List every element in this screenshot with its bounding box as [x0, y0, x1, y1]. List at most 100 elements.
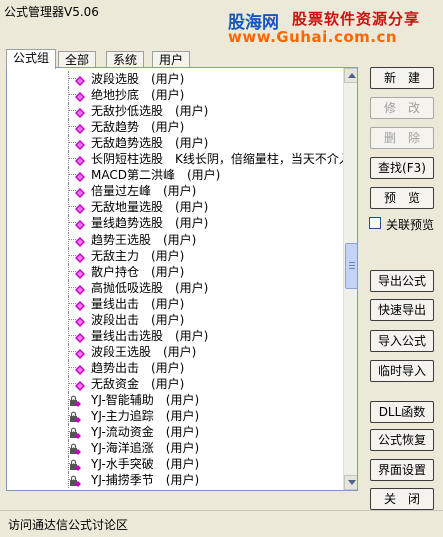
link-preview-checkbox[interactable]	[369, 217, 381, 229]
delete-button[interactable]: 删 除	[370, 127, 434, 149]
tree-item[interactable]: 无敌趋势 (用户)	[7, 119, 343, 136]
tree-item[interactable]: 趋势王选股 (用户)	[7, 231, 343, 248]
tree-item-label: 高抛低吸选股 (用户)	[91, 280, 209, 295]
tree-item[interactable]: YJ-流动资金 (用户)	[7, 424, 343, 441]
tree-item[interactable]: 量线趋势选股 (用户)	[7, 215, 343, 232]
arrow-up-icon	[348, 73, 356, 78]
tree-item-label: YJ-海洋追涨 (用户)	[91, 441, 200, 456]
tree-item-label: YJ-捕捞季节 (用户)	[91, 473, 200, 488]
tree-item-label: 倍量过左峰 (用户)	[91, 184, 197, 199]
scroll-down-button[interactable]	[344, 475, 357, 490]
tree-item-label: 散户持仓 (用户)	[91, 264, 185, 279]
tree-item[interactable]: 波段王选股 (用户)	[7, 343, 343, 360]
tree-item-label: 无敌资金 (用户)	[91, 376, 185, 391]
restore-formula-button[interactable]: 公式恢复	[370, 429, 434, 451]
tree-item[interactable]: YJ-水手突破 (用户)	[7, 456, 343, 473]
tree-item-label: 无敌趋势 (用户)	[91, 120, 185, 135]
tab-system[interactable]: 系统	[106, 51, 145, 68]
close-button[interactable]: 关 闭	[370, 488, 434, 510]
tree-item-label: 波段出击 (用户)	[91, 312, 185, 327]
formula-icon	[75, 74, 85, 86]
formula-icon	[75, 235, 85, 247]
locked-formula-icon	[69, 443, 81, 456]
tree-item[interactable]: MACD第二洪峰 (用户)	[7, 167, 343, 184]
tree-item[interactable]: YJ-捕捞季节 (用户)	[7, 472, 343, 489]
tree-item[interactable]: 长阴短柱选股 K线长阴，倍缩量柱，当天不介入 (	[7, 151, 343, 168]
tree-item-label: YJ-流动资金 (用户)	[91, 425, 200, 440]
tree-item[interactable]: 无敌主力 (用户)	[7, 247, 343, 264]
tree-item-label: 波段王选股 (用户)	[91, 344, 197, 359]
tree-item-label: 长阴短柱选股 K线长阴，倍缩量柱，当天不介入 (	[91, 152, 343, 167]
formula-icon	[75, 218, 85, 231]
scroll-up-button[interactable]	[344, 68, 357, 83]
tab-user[interactable]: 用户	[152, 51, 191, 68]
modify-button[interactable]: 修 改	[370, 97, 434, 119]
formula-icon	[75, 186, 85, 199]
scroll-thumb[interactable]	[345, 243, 357, 289]
watermark-banner: 股海网 股票软件资源分享 www.Guhai.com.cn	[222, 4, 438, 46]
quick-export-button[interactable]: 快速导出	[370, 299, 434, 321]
tree-item[interactable]: 波段出击 (用户)	[7, 311, 343, 328]
locked-formula-icon	[69, 459, 81, 472]
formula-icon	[75, 170, 85, 183]
tree-item[interactable]: YJ-智能辅助 (用户)	[7, 392, 343, 408]
find-button[interactable]: 查找(F3)	[370, 157, 434, 179]
tree-item-label: MACD第二洪峰 (用户)	[91, 168, 221, 183]
status-link[interactable]: 访问通达信公式讨论区	[8, 516, 128, 533]
locked-formula-icon	[69, 427, 81, 440]
window-title: 公式管理器V5.06	[4, 5, 99, 19]
banner-url: www.Guhai.com.cn	[228, 28, 398, 46]
formula-icon	[75, 331, 85, 343]
tree-item[interactable]: YJ-主力追踪 (用户)	[7, 408, 343, 425]
formula-tree-panel: 波段选股 (用户) 绝地抄底 (用户) 无敌抄低选股 (用户) 无敌趋势 (用户) 无敌…	[6, 67, 358, 491]
tree-item-label: 无敌地量选股 (用户)	[91, 200, 209, 215]
preview-button[interactable]: 预 览	[370, 187, 434, 209]
ui-settings-button[interactable]: 界面设置	[370, 459, 434, 481]
tree-item-label: 趋势出击 (用户)	[91, 360, 185, 375]
tree-item[interactable]: 无敌抄低选股 (用户)	[7, 103, 343, 120]
formula-icon	[75, 202, 85, 215]
tree-item[interactable]: 散户持仓 (用户)	[7, 263, 343, 280]
tree-item[interactable]: 高抛低吸选股 (用户)	[7, 279, 343, 296]
tree-item[interactable]: 无敌地量选股 (用户)	[7, 199, 343, 216]
formula-icon	[75, 251, 85, 263]
formula-tree: 波段选股 (用户) 绝地抄底 (用户) 无敌抄低选股 (用户) 无敌趋势 (用户) 无敌…	[7, 68, 343, 490]
tab-all[interactable]: 全部	[58, 51, 97, 68]
status-bar: 访问通达信公式讨论区	[0, 510, 443, 537]
formula-icon	[75, 363, 85, 375]
tree-item-label: 趋势王选股 (用户)	[91, 232, 197, 247]
tree-item[interactable]: 波段选股 (用户)	[7, 71, 343, 87]
import-formula-button[interactable]: 导入公式	[370, 330, 434, 352]
dll-function-button[interactable]: DLL函数	[370, 401, 434, 423]
tree-item-label: 波段选股 (用户)	[91, 72, 185, 86]
tree-item[interactable]: 量线出击 (用户)	[7, 295, 343, 312]
locked-formula-icon	[69, 411, 81, 424]
formula-icon	[75, 138, 85, 151]
tree-item[interactable]: 倍量过左峰 (用户)	[7, 183, 343, 200]
tree-item-label: YJ-水手突破 (用户)	[91, 457, 200, 472]
tab-bar: 公式组 全部 系统 用户	[6, 49, 346, 69]
tree-item-label: 量线出击选股 (用户)	[91, 328, 209, 343]
tree-item-label: 无敌主力 (用户)	[91, 248, 185, 263]
tree-item-label: 无敌趋势选股 (用户)	[91, 136, 209, 151]
tree-item-label: YJ-主力追踪 (用户)	[91, 409, 200, 424]
tree-item[interactable]: 绝地抄底 (用户)	[7, 87, 343, 104]
temp-import-button[interactable]: 临时导入	[370, 360, 434, 382]
formula-icon	[75, 154, 85, 167]
tree-item[interactable]: YJ-海洋追涨 (用户)	[7, 440, 343, 457]
title-bar: 公式管理器V5.06 股海网 股票软件资源分享 www.Guhai.com.cn	[0, 0, 443, 46]
vertical-scrollbar[interactable]	[343, 68, 357, 490]
banner-slogan: 股票软件资源分享	[292, 10, 421, 28]
tree-item[interactable]: 无敌趋势选股 (用户)	[7, 135, 343, 152]
tab-formula-group[interactable]: 公式组	[6, 49, 57, 69]
tree-item[interactable]: 量线出击选股 (用户)	[7, 327, 343, 344]
tree-item[interactable]: 趋势出击 (用户)	[7, 359, 343, 376]
formula-icon	[75, 347, 85, 359]
tree-item[interactable]: 无敌资金 (用户)	[7, 375, 343, 392]
formula-icon	[75, 90, 85, 103]
export-formula-button[interactable]: 导出公式	[370, 270, 434, 292]
link-preview-label: 关联预览	[386, 218, 435, 232]
new-button[interactable]: 新 建	[370, 67, 434, 89]
locked-formula-icon	[69, 475, 81, 488]
tree-item-label: 无敌抄低选股 (用户)	[91, 104, 209, 119]
